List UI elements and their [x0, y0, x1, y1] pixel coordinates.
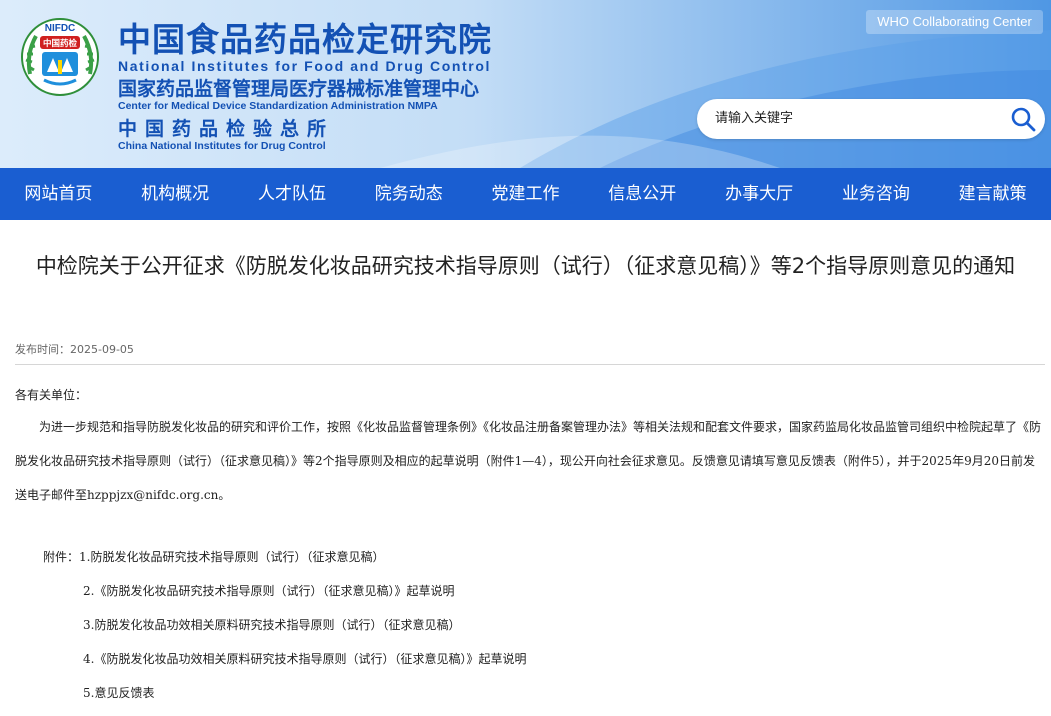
- nav-item-services[interactable]: 办事大厅: [701, 168, 818, 220]
- nav-item-suggestions[interactable]: 建言献策: [934, 168, 1051, 220]
- logo-text-badge: 中国药检: [43, 38, 78, 49]
- main-nav: 网站首页 机构概况 人才队伍 院务动态 党建工作 信息公开 办事大厅 业务咨询 …: [0, 168, 1051, 220]
- search-box[interactable]: 请输入关键字: [697, 99, 1045, 139]
- attachment-item-4[interactable]: 4.《防脱发化妆品功效相关原料研究技术指导原则（试行）（征求意见稿）》起草说明: [15, 642, 1045, 676]
- site-subtitle-cn: 国家药品监督管理局医疗器械标准管理中心: [118, 78, 480, 100]
- attachment-item-5[interactable]: 5.意见反馈表: [15, 676, 1045, 710]
- attachment-list: 附件：1.防脱发化妆品研究技术指导原则（试行）（征求意见稿） 2.《防脱发化妆品…: [15, 540, 1045, 710]
- who-collaborating-badge[interactable]: WHO Collaborating Center: [866, 10, 1043, 34]
- nav-item-talent[interactable]: 人才队伍: [234, 168, 351, 220]
- site-third-title-cn: 中国药品检验总所: [118, 118, 335, 140]
- article-title: 中检院关于公开征求《防脱发化妆品研究技术指导原则（试行）（征求意见稿）》等2个指…: [35, 254, 1016, 278]
- article-paragraph: 为进一步规范和指导防脱发化妆品的研究和评价工作，按照《化妆品监督管理条例》《化妆…: [15, 420, 1042, 502]
- nav-item-consulting[interactable]: 业务咨询: [817, 168, 934, 220]
- site-title-block: 中国食品药品检定研究院 National Institutes for Food…: [118, 20, 492, 153]
- logo-text-top: NIFDC: [45, 23, 76, 34]
- title-divider: [15, 364, 1045, 365]
- attachment-item-1[interactable]: 附件：1.防脱发化妆品研究技术指导原则（试行）（征求意见稿）: [15, 540, 1045, 574]
- site-title-en: National Institutes for Food and Drug Co…: [118, 58, 491, 74]
- site-third-title-en: China National Institutes for Drug Contr…: [118, 140, 326, 152]
- site-subtitle-en: Center for Medical Device Standardizatio…: [118, 100, 438, 112]
- nav-item-news[interactable]: 院务动态: [350, 168, 467, 220]
- search-input[interactable]: 请输入关键字: [715, 99, 793, 139]
- nifdc-logo[interactable]: NIFDC 中国药检: [20, 14, 100, 100]
- attachment-item-2[interactable]: 2.《防脱发化妆品研究技术指导原则（试行）（征求意见稿）》起草说明: [15, 574, 1045, 608]
- article-body: 各有关单位： 为进一步规范和指导防脱发化妆品的研究和评价工作，按照《化妆品监督管…: [15, 380, 1045, 710]
- nav-item-disclosure[interactable]: 信息公开: [584, 168, 701, 220]
- publish-date: 发布时间：2025-09-05: [15, 343, 134, 356]
- site-header: NIFDC 中国药检 中国食品药品检定研究院 National Institut…: [0, 0, 1051, 168]
- site-title-cn: 中国食品药品检定研究院: [118, 20, 492, 59]
- nav-item-overview[interactable]: 机构概况: [117, 168, 234, 220]
- attachment-item-3[interactable]: 3.防脱发化妆品功效相关原料研究技术指导原则（试行）（征求意见稿）: [15, 608, 1045, 642]
- greeting: 各有关单位：: [15, 388, 88, 402]
- nav-item-party[interactable]: 党建工作: [467, 168, 584, 220]
- search-icon[interactable]: [1009, 105, 1037, 133]
- nav-item-home[interactable]: 网站首页: [0, 168, 117, 220]
